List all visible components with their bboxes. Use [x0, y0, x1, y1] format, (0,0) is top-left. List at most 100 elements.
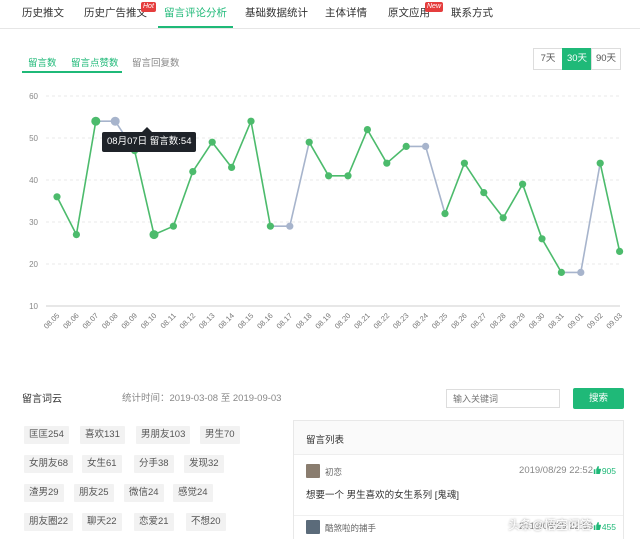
- series-segment: [56, 196, 78, 235]
- data-point: [383, 159, 391, 167]
- data-point: [402, 142, 410, 150]
- x-tick-label: 08.24: [410, 311, 430, 331]
- series-segment: [580, 163, 601, 273]
- comment-list-header: 留言列表: [294, 421, 623, 455]
- x-tick-label: 08.14: [216, 311, 236, 331]
- cloud-tag[interactable]: 微信24: [124, 484, 164, 502]
- watermark: 头条@悟空问答: [508, 518, 593, 532]
- like-count: 905: [601, 466, 616, 476]
- x-tick-label: 08.20: [333, 311, 353, 331]
- data-point: [441, 210, 449, 218]
- thumb-up-icon: [593, 522, 601, 530]
- x-tick-label: 08.05: [42, 311, 62, 331]
- x-tick-label: 08.15: [236, 311, 256, 331]
- series-segment: [289, 142, 310, 227]
- data-point: [286, 222, 294, 230]
- data-point: [72, 231, 80, 239]
- x-tick-label: 08.26: [449, 311, 469, 331]
- cloud-tag[interactable]: 女生61: [82, 455, 122, 473]
- x-tick-label: 08.12: [178, 311, 198, 331]
- data-point: [53, 193, 61, 201]
- data-point: [169, 222, 177, 230]
- x-tick-label: 08.21: [352, 311, 372, 331]
- cloud-tag[interactable]: 男朋友103: [136, 426, 191, 444]
- y-tick-label: 50: [29, 134, 38, 143]
- data-point: [538, 235, 546, 243]
- data-point: [499, 214, 507, 222]
- x-tick-label: 08.16: [255, 311, 275, 331]
- series-segment: [444, 162, 466, 214]
- comment-author[interactable]: 酷煞啦的捕手: [325, 522, 376, 534]
- data-point: [616, 247, 624, 255]
- x-tick-label: 08.31: [546, 311, 566, 331]
- data-point: [344, 172, 352, 180]
- series-segment: [483, 192, 504, 219]
- comment-list-title: 留言列表: [306, 435, 345, 446]
- x-tick-label: 08.30: [527, 311, 547, 331]
- cloud-tag[interactable]: 女朋友68: [24, 455, 74, 473]
- data-point: [91, 116, 101, 126]
- avatar: [306, 464, 320, 478]
- data-point: [189, 168, 197, 176]
- data-point: [110, 116, 120, 126]
- series-segment: [521, 183, 543, 240]
- data-point: [266, 222, 274, 230]
- cloud-tag[interactable]: 感觉24: [173, 484, 213, 502]
- x-tick-label: 08.19: [313, 311, 333, 331]
- avatar: [306, 520, 320, 534]
- cloud-tag[interactable]: 朋友圈22: [24, 513, 74, 531]
- x-tick-label: 08.27: [469, 311, 489, 331]
- series-segment: [386, 145, 407, 164]
- cloud-tag[interactable]: 发现32: [184, 455, 224, 473]
- x-tick-label: 08.23: [391, 311, 411, 331]
- cloud-tag[interactable]: 匡匡254: [24, 426, 69, 444]
- cloud-tag[interactable]: 喜欢131: [80, 426, 125, 444]
- x-tick-label: 08.06: [61, 311, 81, 331]
- x-tick-label: 08.13: [197, 311, 217, 331]
- x-tick-label: 08.17: [275, 311, 295, 331]
- x-tick-label: 08.18: [294, 311, 314, 331]
- search-button[interactable]: 搜索: [573, 388, 624, 409]
- comment-author[interactable]: 初恋: [325, 466, 342, 478]
- keyword-search-input[interactable]: [446, 389, 560, 408]
- data-point: [577, 268, 585, 276]
- data-point: [247, 117, 255, 125]
- cloud-tag[interactable]: 分手38: [134, 455, 174, 473]
- cloud-tag[interactable]: 恋爱21: [134, 513, 174, 531]
- data-point: [208, 138, 216, 146]
- cloud-tag[interactable]: 聊天22: [82, 513, 122, 531]
- x-tick-label: 08.08: [100, 311, 120, 331]
- y-tick-label: 40: [29, 176, 38, 185]
- y-tick-label: 60: [29, 92, 38, 101]
- comment-text: 想要一个 男生喜欢的女生系列 [鬼魂]: [306, 490, 460, 501]
- series-segment: [75, 121, 97, 235]
- data-point: [305, 138, 313, 146]
- data-point: [325, 172, 333, 180]
- series-segment: [347, 129, 369, 177]
- y-tick-label: 20: [29, 260, 38, 269]
- data-point: [149, 230, 159, 240]
- y-tick-label: 10: [29, 302, 38, 311]
- comment-time: 2019/08/29 22:52: [519, 465, 593, 476]
- cloud-tag[interactable]: 不想20: [186, 513, 226, 531]
- cloud-tag[interactable]: 渣男29: [24, 484, 64, 502]
- data-point: [460, 159, 468, 167]
- data-point: [557, 268, 566, 276]
- series-segment: [308, 141, 330, 177]
- series-segment: [366, 129, 388, 164]
- x-tick-label: 08.28: [488, 311, 508, 331]
- data-point: [519, 180, 527, 188]
- cloud-tag[interactable]: 朋友25: [74, 484, 114, 502]
- series-segment: [502, 183, 524, 219]
- x-tick-label: 08.10: [139, 311, 159, 331]
- cloud-tag[interactable]: 男生70: [200, 426, 240, 444]
- x-tick-label: 08.25: [430, 311, 450, 331]
- data-point: [480, 189, 488, 197]
- x-tick-label: 09.02: [585, 311, 605, 331]
- x-tick-label: 09.03: [604, 311, 624, 331]
- data-point: [596, 159, 604, 167]
- x-tick-label: 08.09: [119, 311, 139, 331]
- data-point: [228, 163, 236, 171]
- data-point: [363, 126, 371, 134]
- series-segment: [599, 163, 621, 252]
